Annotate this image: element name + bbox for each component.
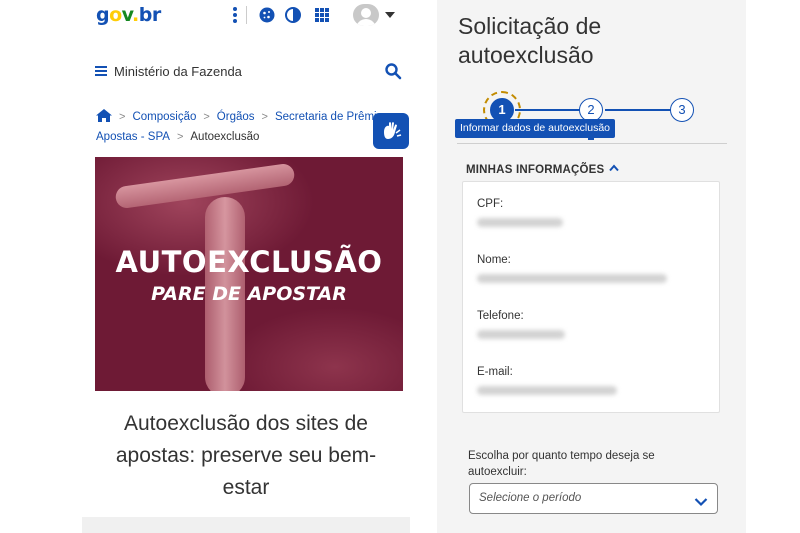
name-value-redacted [477,274,667,283]
email-value-redacted [477,386,617,395]
apps-grid-icon[interactable] [313,6,331,24]
divider [457,143,727,144]
breadcrumb: > Composição > Órgãos > Secretaria de Prêmios… [96,107,401,147]
breadcrumb-separator: > [261,111,268,123]
avatar-icon[interactable] [353,4,379,26]
step-indicator [588,138,594,140]
banner-subtitle: PARE DE APOSTAR [151,283,347,305]
info-card: CPF: Nome: Telefone: E-mail: [462,181,720,413]
breadcrumb-link-orgaos[interactable]: Órgãos [217,111,255,123]
step-3[interactable]: 3 [670,98,694,122]
page-title: Solicitação de autoexclusão [458,13,602,68]
search-icon[interactable] [384,62,402,80]
mobile-page-left: gov.br Ministério da Fazenda > Composição… [82,0,410,533]
chevron-up-icon [609,163,620,172]
name-label: Nome: [477,254,511,266]
breadcrumb-separator: > [119,111,126,123]
breadcrumb-link-composicao[interactable]: Composição [132,111,196,123]
cookie-icon[interactable] [258,6,276,24]
kebab-menu-icon[interactable] [226,6,244,24]
header-divider [246,6,247,24]
breadcrumb-separator: > [176,131,184,143]
content-footer-strip [82,517,410,533]
period-select-placeholder: Selecione o período [479,492,582,504]
article-banner-image: AUTOEXCLUSÃO PARE DE APOSTAR [95,157,403,391]
period-label: Escolha por quanto tempo deseja se autoe… [468,450,655,478]
banner-decoration [225,307,403,391]
stepper: 1 2 3 Informar dados de autoexclusão [437,88,746,148]
cpf-label: CPF: [477,198,504,210]
chevron-down-icon[interactable] [385,12,395,18]
govbr-header: gov.br [82,0,410,34]
cpf-value-redacted [477,218,563,227]
email-label: E-mail: [477,366,513,378]
ministry-name[interactable]: Ministério da Fazenda [114,64,242,79]
step-tooltip: Informar dados de autoexclusão [455,119,616,138]
breadcrumb-separator: > [203,111,210,123]
site-navbar: Ministério da Fazenda [82,58,410,86]
banner-title: AUTOEXCLUSÃO [115,245,383,279]
mobile-page-right: Solicitação de autoexclusão 1 2 3 Inform… [437,0,746,533]
article-title: Autoexclusão dos sites de apostas: prese… [115,412,377,499]
chevron-down-icon [694,494,708,507]
phone-value-redacted [477,330,565,339]
contrast-icon[interactable] [284,6,302,24]
phone-label: Telefone: [477,310,524,322]
hamburger-menu-icon[interactable] [95,66,107,76]
period-select[interactable]: Selecione o período [469,483,718,514]
home-icon[interactable] [96,109,112,122]
govbr-logo[interactable]: gov.br [96,4,161,26]
sign-language-icon[interactable] [373,113,409,149]
breadcrumb-current: Autoexclusão [190,131,260,143]
info-section-toggle[interactable]: MINHAS INFORMAÇÕES [466,163,620,176]
info-section-title: MINHAS INFORMAÇÕES [466,164,605,176]
